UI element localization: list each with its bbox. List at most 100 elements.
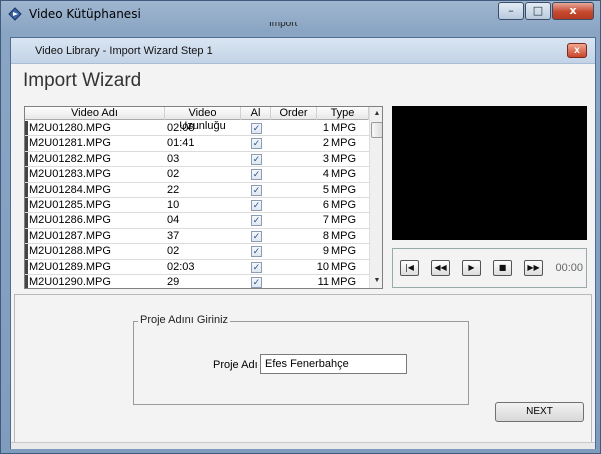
duration-cell: 22 [167,183,180,196]
table-row[interactable]: M2U01283.MPG 02 ✓ 4 MPG [25,167,369,183]
select-checkbox[interactable]: ✓ [251,199,262,211]
play-icon: ▶ [468,263,475,272]
row-selector[interactable] [25,259,28,274]
group-label: Proje Adını Giriniz [138,314,231,326]
select-checkbox[interactable]: ✓ [251,261,262,273]
player-controls: |◀ ◀◀ ▶ ■ ▶▶ 00:00 [392,248,587,288]
scroll-down-icon[interactable]: ▼ [370,274,382,288]
row-selector[interactable] [25,274,28,288]
order-cell: 2 [322,137,329,150]
table-row[interactable]: M2U01287.MPG 37 ✓ 8 MPG [25,228,369,245]
row-selector[interactable] [25,167,28,182]
fast-forward-icon: ▶▶ [527,263,540,272]
close-icon: x [574,45,580,56]
grid-header: Video Adı Video Uzunluğu Al Order Type [25,107,369,132]
select-checkbox[interactable]: ✓ [251,169,262,181]
video-name-cell: M2U01290.MPG [29,275,111,288]
close-button[interactable]: x [552,2,594,20]
order-cell: 8 [322,229,329,242]
video-name-cell: M2U01287.MPG [29,229,111,242]
duration-cell: 02:03 [167,260,195,273]
table-row[interactable]: M2U01281.MPG 01:41 ✓ 2 MPG [25,136,369,152]
order-cell: 9 [322,245,329,258]
row-selector[interactable] [25,213,28,228]
type-cell: MPG [331,168,357,181]
project-panel: Proje Adını Giriniz Proje Adı NEXT [14,294,592,444]
type-cell: MPG [331,229,357,242]
table-row[interactable]: M2U01290.MPG 29 ✓ 11 MPG [25,274,369,288]
close-icon: x [569,4,577,17]
maximize-button[interactable]: □ [525,2,551,20]
grid-scrollbar[interactable]: ▲ ▼ [369,107,382,288]
next-button[interactable]: NEXT [495,402,584,422]
column-header-order[interactable]: Order [271,107,317,120]
table-row[interactable]: M2U01286.MPG 04 ✓ 7 MPG [25,213,369,229]
window-title-bar[interactable]: Video Kütüphanesi Import – □ x [1,1,600,28]
type-cell: MPG [331,275,357,288]
dialog-close-button[interactable]: x [567,43,587,58]
project-name-label: Proje Adı [213,359,258,371]
maximize-icon: □ [532,4,544,17]
order-cell: 10 [316,260,329,273]
select-checkbox[interactable]: ✓ [251,123,262,134]
row-selector[interactable] [25,151,28,167]
column-header-select[interactable]: Al [241,107,271,120]
duration-cell: 02 [167,245,180,258]
row-selector[interactable] [25,182,28,197]
video-name-cell: M2U01281.MPG [29,137,111,150]
app-window: Video Kütüphanesi Import – □ x Video Lib… [0,0,601,454]
skip-to-start-button[interactable]: |◀ [400,260,419,276]
table-row[interactable]: M2U01288.MPG 02 ✓ 9 MPG [25,244,369,260]
table-row[interactable]: M2U01284.MPG 22 ✓ 5 MPG [25,182,369,198]
select-checkbox[interactable]: ✓ [251,246,262,258]
row-selector[interactable] [25,136,28,151]
minimize-icon: – [508,4,514,17]
duration-cell: 37 [167,229,180,242]
duration-cell: 03 [167,152,180,165]
row-selector[interactable] [25,244,28,259]
duration-cell: 02 [167,168,180,181]
playback-time: 00:00 [555,262,583,274]
dialog-title: Video Library - Import Wizard Step 1 [35,45,213,57]
row-selector[interactable] [25,121,28,136]
scroll-up-icon[interactable]: ▲ [370,107,382,121]
fast-forward-button[interactable]: ▶▶ [524,260,543,276]
duration-cell: 04 [167,214,180,227]
table-row[interactable]: M2U01282.MPG 03 ✓ 3 MPG [25,151,369,168]
duration-cell: 01:41 [167,137,195,150]
column-header-video-name[interactable]: Video Adı [25,107,165,120]
partial-tab-text: Import [269,22,298,28]
row-selector[interactable] [25,197,28,213]
rewind-button[interactable]: ◀◀ [431,260,450,276]
duration-cell: 10 [167,198,180,211]
column-header-type[interactable]: Type [317,107,369,120]
type-cell: MPG [331,152,357,165]
table-row[interactable]: M2U01280.MPG 02:08 ✓ 1 MPG [25,121,369,137]
column-header-duration[interactable]: Video Uzunluğu [165,107,241,132]
duration-cell: 02:08 [167,122,195,134]
select-checkbox[interactable]: ✓ [251,138,262,150]
video-name-cell: M2U01280.MPG [29,122,111,134]
status-strip [11,442,595,449]
scroll-thumb[interactable] [371,122,382,138]
table-row[interactable]: M2U01289.MPG 02:03 ✓ 10 MPG [25,259,369,275]
select-checkbox[interactable]: ✓ [251,276,262,288]
row-selector[interactable] [25,228,28,244]
project-name-input[interactable] [260,354,407,374]
select-checkbox[interactable]: ✓ [251,230,262,242]
stop-icon: ■ [498,263,507,272]
dialog-title-bar[interactable]: Video Library - Import Wizard Step 1 x [11,38,595,64]
window-title: Video Kütüphanesi [29,7,141,21]
select-checkbox[interactable]: ✓ [251,153,262,165]
select-checkbox[interactable]: ✓ [251,184,262,196]
video-grid[interactable]: Video Adı Video Uzunluğu Al Order Type M… [24,106,383,289]
video-name-cell: M2U01289.MPG [29,260,111,273]
order-cell: 11 [317,275,329,288]
type-cell: MPG [331,198,357,211]
select-checkbox[interactable]: ✓ [251,215,262,227]
table-row[interactable]: M2U01285.MPG 10 ✓ 6 MPG [25,197,369,214]
video-library-app-icon [8,7,22,21]
stop-button[interactable]: ■ [493,260,512,276]
play-button[interactable]: ▶ [462,260,481,276]
minimize-button[interactable]: – [498,2,524,20]
